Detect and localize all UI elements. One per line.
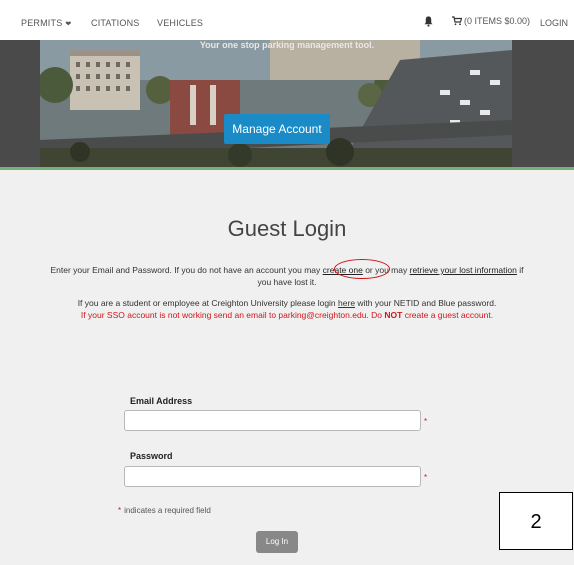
sso-warning-2: create a guest account. xyxy=(402,310,494,320)
intro-text-1: Enter your Email and Password. If you do… xyxy=(50,265,323,275)
email-field[interactable] xyxy=(124,410,421,431)
retrieve-info-link[interactable]: retrieve your lost information xyxy=(410,265,517,275)
cart-link[interactable]: (0 ITEMS $0.00) xyxy=(452,16,530,26)
hero-tagline: Your one stop parking management tool. xyxy=(199,40,375,50)
page-title: Guest Login xyxy=(227,216,347,241)
nav-citations[interactable]: CITATIONS xyxy=(91,18,139,28)
required-note-text: indicates a required field xyxy=(124,506,211,515)
sso-warning-not: NOT xyxy=(384,310,403,320)
password-label: Password xyxy=(130,451,173,461)
sso-warning-1: If your SSO account is not working send … xyxy=(80,310,385,320)
sso-instructions: If you are a student or employee at Crei… xyxy=(20,298,554,308)
email-label: Email Address xyxy=(130,396,193,406)
hero-banner: Your one stop parking management tool. M… xyxy=(0,40,574,170)
sso-warning: If your SSO account is not working send … xyxy=(20,310,554,320)
annotation-number: 2 xyxy=(499,492,573,550)
campus-scene xyxy=(40,40,512,167)
required-note-star: * xyxy=(118,506,122,515)
cart-label: (0 ITEMS $0.00) xyxy=(464,16,531,26)
login-button[interactable]: Log In xyxy=(256,531,298,553)
intro-text: Enter your Email and Password. If you do… xyxy=(50,264,524,288)
password-field[interactable] xyxy=(124,466,421,487)
manage-account-button[interactable]: Manage Account xyxy=(224,114,330,144)
campus-photo xyxy=(40,40,512,167)
hero-divider xyxy=(0,167,574,170)
email-required-star: * xyxy=(424,417,428,426)
password-required-star: * xyxy=(424,473,428,482)
sso-text-1: If you are a student or employee at Crei… xyxy=(77,298,339,308)
sso-text-2: with your NETID and Blue password. xyxy=(355,298,497,308)
nav-permits-label: PERMITS xyxy=(21,18,63,28)
required-note: * indicates a required field xyxy=(118,506,211,515)
nav-vehicles[interactable]: VEHICLES xyxy=(157,18,203,28)
highlight-circle xyxy=(334,259,390,279)
login-link[interactable]: LOGIN xyxy=(540,18,568,28)
cart-icon xyxy=(452,16,463,26)
chevron-down-icon: ❤ xyxy=(65,21,72,28)
sso-login-link[interactable]: here xyxy=(338,298,355,308)
bell-icon[interactable] xyxy=(423,15,434,27)
nav-permits[interactable]: PERMITS ❤ xyxy=(21,18,71,28)
